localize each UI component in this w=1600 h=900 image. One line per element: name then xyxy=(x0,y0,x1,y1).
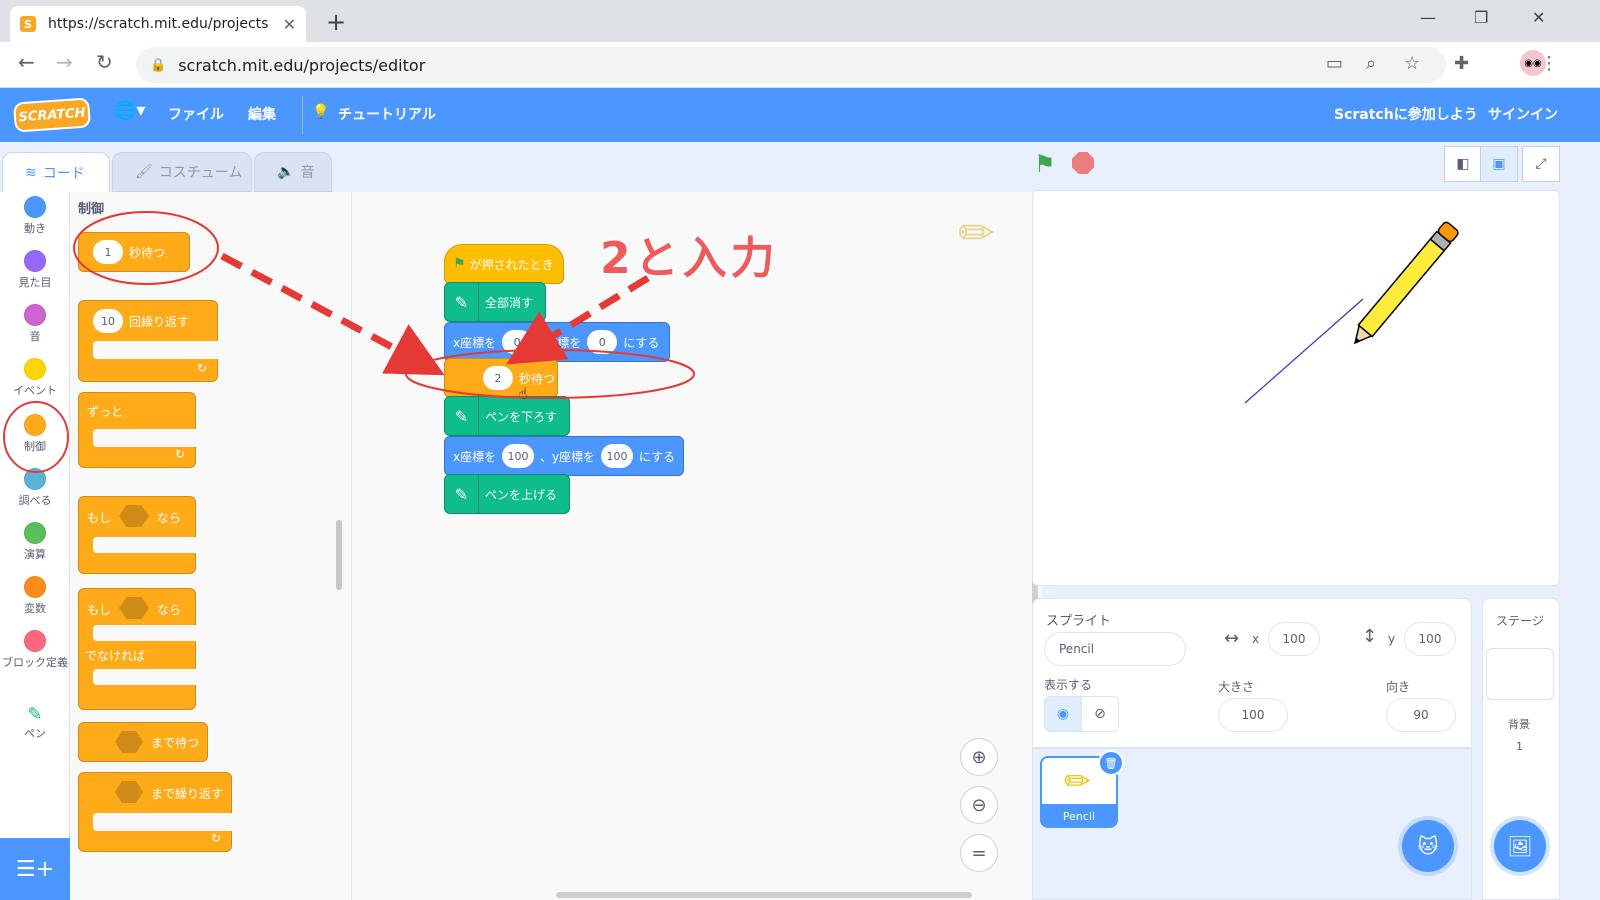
choose-sprite-button[interactable]: 🐱 xyxy=(1402,820,1454,872)
cat-plus-icon: 🐱 xyxy=(1417,834,1439,858)
fullscreen-icon: ⤢ xyxy=(1535,156,1547,172)
fullscreen-button[interactable]: ⤢ xyxy=(1522,146,1560,182)
show-sprite-button[interactable]: ◉ xyxy=(1044,696,1082,732)
sprite-name-input[interactable]: Pencil xyxy=(1044,632,1186,666)
x-label: x xyxy=(1252,632,1260,646)
y-position-input[interactable]: 100 xyxy=(1404,622,1456,656)
sprite-tile-label: Pencil xyxy=(1040,804,1118,828)
highlight-ellipse-wait-block xyxy=(405,349,695,399)
small-stage-button[interactable]: ◧ xyxy=(1444,146,1482,182)
tab-code-label: コード xyxy=(42,165,85,182)
size-label: 大きさ xyxy=(1218,680,1255,694)
highlight-ellipse-palette-wait xyxy=(73,211,219,285)
stage-canvas[interactable] xyxy=(1032,190,1560,586)
hide-sprite-button[interactable]: ⊘ xyxy=(1081,696,1119,732)
stage-thumbnail[interactable] xyxy=(1486,648,1554,700)
direction-label: 向き xyxy=(1386,680,1411,694)
y-label: y xyxy=(1388,632,1396,646)
direction-input[interactable]: 90 xyxy=(1386,698,1456,732)
delete-sprite-button[interactable]: 🗑 xyxy=(1098,750,1124,776)
image-plus-icon: 🖼 xyxy=(1507,834,1533,858)
green-flag-button[interactable]: ⚑ xyxy=(1034,150,1056,178)
backdrop-count: 1 xyxy=(1516,740,1523,753)
stage-drawing xyxy=(1244,221,1459,404)
x-arrows-icon: ↔ xyxy=(1224,628,1240,649)
sprite-label: スプライト xyxy=(1046,614,1112,629)
pencil-thumbnail-icon: ✏ xyxy=(1064,762,1091,800)
code-icon: ≋ xyxy=(25,164,37,181)
stop-button[interactable] xyxy=(1072,152,1094,174)
eye-slash-icon: ⊘ xyxy=(1094,706,1106,722)
drag-arrow xyxy=(220,252,445,376)
pencil-sprite xyxy=(1353,221,1459,345)
eye-icon: ◉ xyxy=(1056,706,1070,722)
backdrop-label: 背景 xyxy=(1508,718,1530,731)
normal-stage-button[interactable]: ▣ xyxy=(1480,146,1518,182)
normal-stage-icon: ▣ xyxy=(1492,156,1506,172)
stage-title: ステージ xyxy=(1496,614,1544,628)
size-input[interactable]: 100 xyxy=(1218,698,1288,732)
highlight-ellipse-control-category xyxy=(3,401,69,473)
x-position-input[interactable]: 100 xyxy=(1268,622,1320,656)
tab-code[interactable]: ≋ コード xyxy=(2,152,110,192)
small-stage-icon: ◧ xyxy=(1456,156,1470,172)
pen-line xyxy=(1244,298,1364,404)
y-arrows-icon: ↕ xyxy=(1362,626,1378,647)
trash-icon: 🗑 xyxy=(1104,756,1118,770)
annotation-label: 2と入力 xyxy=(600,233,779,284)
choose-backdrop-button[interactable]: 🖼 xyxy=(1494,820,1546,872)
input-arrow xyxy=(506,275,650,365)
show-label: 表示する xyxy=(1044,678,1093,692)
